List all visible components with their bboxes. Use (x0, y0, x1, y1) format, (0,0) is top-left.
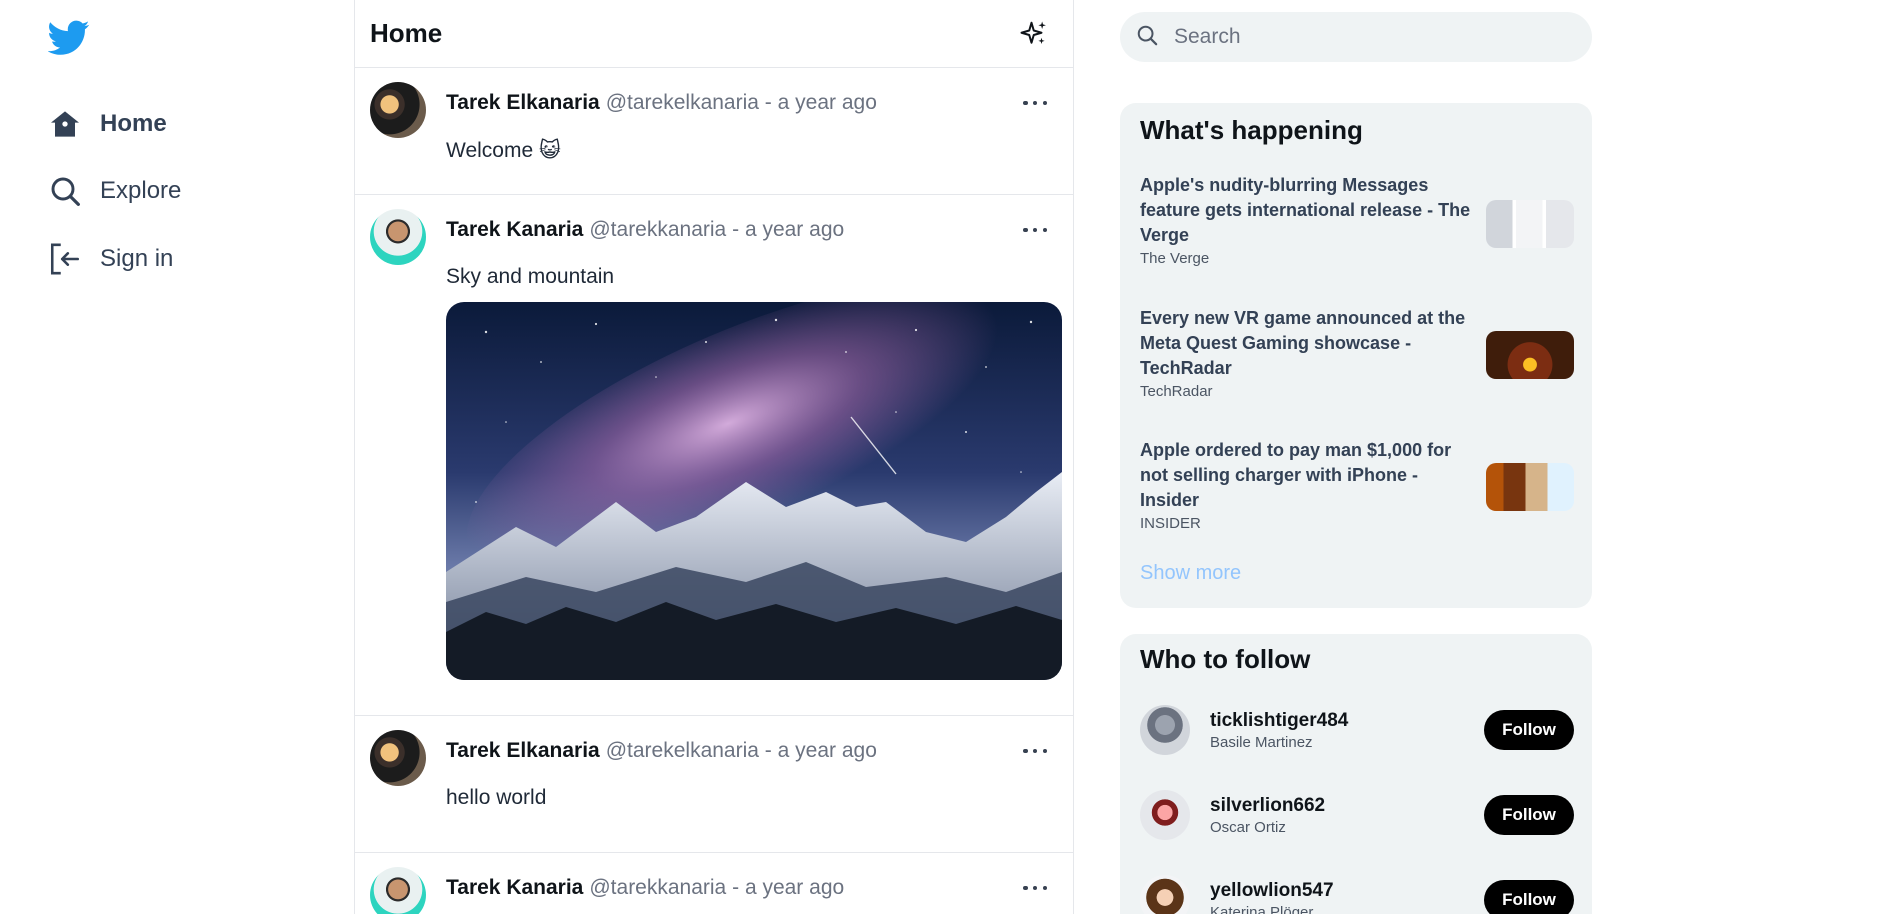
nav-label-sign-in: Sign in (100, 245, 174, 272)
news-thumbnail (1486, 463, 1574, 511)
search-icon (48, 174, 82, 208)
tweet-header: Tarek Kanaria @tarekkanaria - a year ago (446, 875, 1058, 901)
right-column: What's happening Apple's nudity-blurring… (1120, 0, 1592, 914)
more-options-icon[interactable] (1023, 98, 1047, 108)
follow-display-name: Katerina Plöger (1210, 903, 1314, 914)
follow-display-name: Basile Martinez (1210, 733, 1313, 751)
timeline-header: Home (355, 0, 1073, 68)
follow-button[interactable]: Follow (1484, 710, 1574, 750)
tweet-body: Tarek Elkanaria @tarekelkanaria - a year… (446, 82, 1058, 194)
sparkle-icon[interactable] (1019, 19, 1049, 49)
tweet-handle: @tarekkanaria - a year ago (589, 876, 845, 899)
sign-in-icon (48, 242, 82, 276)
follow-username[interactable]: silverlion662 (1210, 795, 1484, 817)
avatar[interactable] (370, 730, 426, 786)
tweet[interactable]: Tarek Kanaria @tarekkanaria - a year ago (355, 853, 1073, 914)
panel-title: What's happening (1140, 115, 1363, 145)
tweet-header: Tarek Elkanaria @tarekelkanaria - a year… (446, 90, 1058, 116)
avatar[interactable] (370, 209, 426, 265)
home-icon (48, 107, 82, 141)
tweet-body: Tarek Kanaria @tarekkanaria - a year ago… (446, 209, 1062, 715)
news-source: INSIDER (1140, 515, 1201, 532)
follow-suggestion[interactable]: ticklishtiger484 Basile Martinez Follow (1140, 702, 1574, 758)
tweet-author-name[interactable]: Tarek Kanaria (446, 218, 583, 242)
follow-button[interactable]: Follow (1484, 795, 1574, 835)
twitter-bird-icon[interactable] (47, 20, 90, 56)
news-item[interactable]: Apple's nudity-blurring Messages feature… (1140, 173, 1574, 273)
news-source: The Verge (1140, 250, 1210, 267)
tweet-handle: @tarekkanaria - a year ago (589, 218, 845, 241)
news-thumbnail (1486, 200, 1574, 248)
nav-item-sign-in[interactable]: Sign in (48, 237, 173, 281)
tweet-author-name[interactable]: Tarek Elkanaria (446, 91, 600, 115)
page-title: Home (370, 18, 443, 48)
timeline: Home Tarek Elkanaria @tarekelkanaria - a… (354, 0, 1074, 914)
panel-title: Who to follow (1140, 644, 1311, 674)
avatar[interactable] (1140, 790, 1190, 840)
follow-username[interactable]: yellowlion547 (1210, 880, 1484, 902)
tweet-author-name[interactable]: Tarek Elkanaria (446, 739, 600, 763)
avatar[interactable] (1140, 705, 1190, 755)
follow-info: ticklishtiger484 Basile Martinez (1210, 710, 1484, 751)
nav-label-explore: Explore (100, 177, 182, 204)
follow-info: yellowlion547 Katerina Plöger (1210, 880, 1484, 914)
whats-happening-panel: What's happening Apple's nudity-blurring… (1120, 103, 1592, 608)
news-thumbnail (1486, 331, 1574, 379)
news-item[interactable]: Every new VR game announced at the Meta … (1140, 306, 1574, 406)
search-input[interactable] (1174, 25, 1554, 49)
search-icon (1136, 24, 1158, 51)
tweet[interactable]: Tarek Elkanaria @tarekelkanaria - a year… (355, 716, 1073, 853)
nav-item-explore[interactable]: Explore (48, 169, 181, 213)
nav-item-home[interactable]: Home (48, 102, 167, 146)
tweet[interactable]: Tarek Elkanaria @tarekelkanaria - a year… (355, 68, 1073, 195)
tweet-image[interactable] (446, 302, 1062, 680)
avatar[interactable] (1140, 875, 1190, 914)
more-options-icon[interactable] (1023, 883, 1047, 893)
nav-label-home: Home (100, 110, 167, 137)
news-title: Every new VR game announced at the Meta … (1140, 308, 1466, 378)
news-item[interactable]: Apple ordered to pay man $1,000 for not … (1140, 438, 1574, 538)
follow-username[interactable]: ticklishtiger484 (1210, 710, 1484, 732)
avatar[interactable] (370, 867, 426, 914)
tweet-handle: @tarekelkanaria - a year ago (605, 739, 877, 762)
follow-info: silverlion662 Oscar Ortiz (1210, 795, 1484, 836)
news-title: Apple's nudity-blurring Messages feature… (1140, 175, 1471, 245)
follow-button[interactable]: Follow (1484, 880, 1574, 914)
left-sidebar: Home Explore Sign in (0, 0, 354, 914)
who-to-follow-panel: Who to follow ticklishtiger484 Basile Ma… (1120, 634, 1592, 914)
follow-display-name: Oscar Ortiz (1210, 818, 1286, 836)
show-more-link[interactable]: Show more (1140, 562, 1241, 585)
tweet-text: Welcome 😺 (446, 139, 561, 162)
avatar[interactable] (370, 82, 426, 138)
more-options-icon[interactable] (1023, 225, 1047, 235)
tweet-text: Sky and mountain (446, 265, 615, 288)
tweet-header: Tarek Kanaria @tarekkanaria - a year ago (446, 217, 1062, 243)
follow-suggestion[interactable]: silverlion662 Oscar Ortiz Follow (1140, 787, 1574, 843)
more-options-icon[interactable] (1023, 746, 1047, 756)
tweet[interactable]: Tarek Kanaria @tarekkanaria - a year ago… (355, 195, 1073, 716)
tweet-text: hello world (446, 786, 547, 809)
news-title: Apple ordered to pay man $1,000 for not … (1140, 440, 1452, 510)
tweet-handle: @tarekelkanaria - a year ago (605, 91, 877, 114)
search-box[interactable] (1120, 12, 1592, 62)
tweet-author-name[interactable]: Tarek Kanaria (446, 876, 583, 900)
news-source: TechRadar (1140, 383, 1213, 400)
follow-suggestion[interactable]: yellowlion547 Katerina Plöger Follow (1140, 872, 1574, 914)
tweet-body: Tarek Elkanaria @tarekelkanaria - a year… (446, 730, 1058, 852)
tweet-header: Tarek Elkanaria @tarekelkanaria - a year… (446, 738, 1058, 764)
tweet-body: Tarek Kanaria @tarekkanaria - a year ago (446, 867, 1058, 914)
